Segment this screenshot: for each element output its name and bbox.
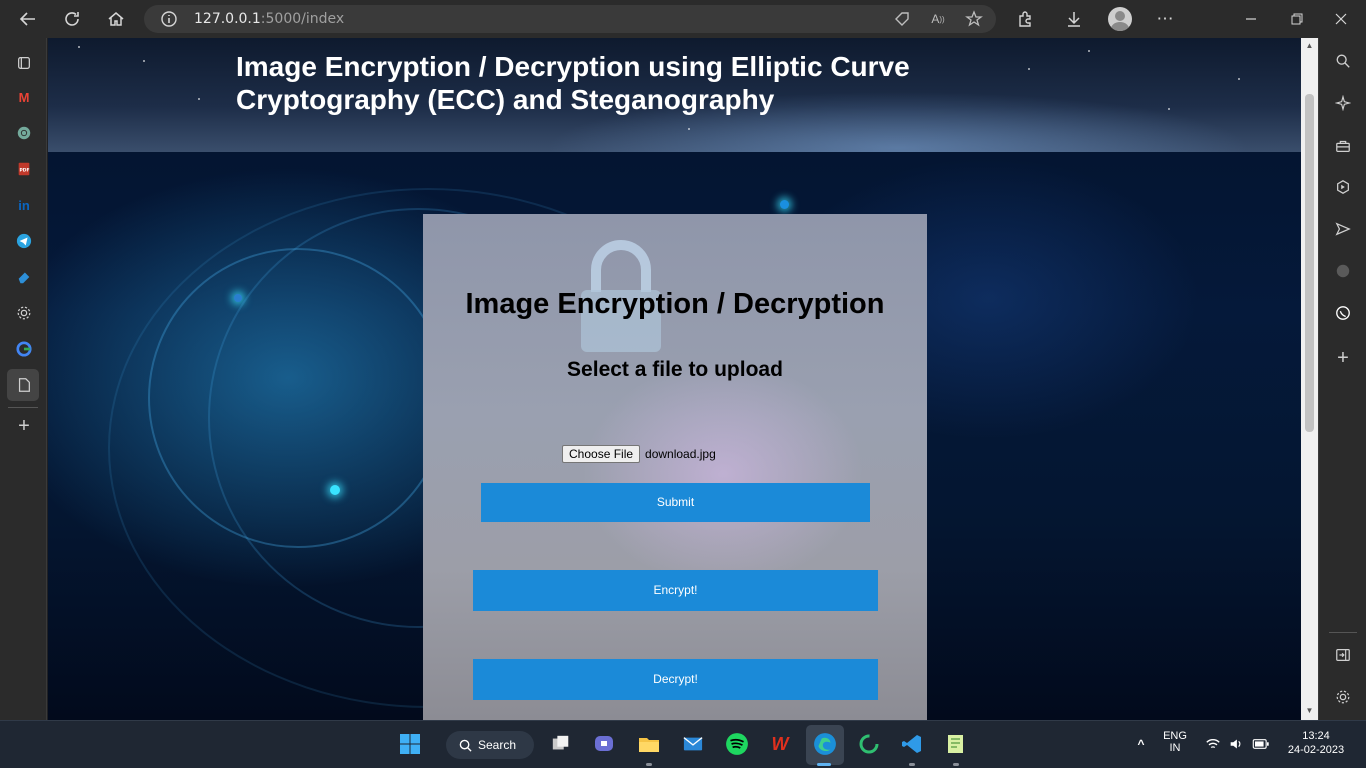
- hide-sidebar-icon[interactable]: [1332, 644, 1354, 666]
- gmail-icon[interactable]: M: [12, 85, 36, 109]
- sparkle-icon[interactable]: [1332, 92, 1354, 114]
- scroll-thumb[interactable]: [1305, 94, 1314, 432]
- selected-file-name: download.jpg: [645, 447, 716, 461]
- active-indicator: [817, 763, 831, 766]
- pdf-icon[interactable]: PDF: [12, 157, 36, 181]
- document-icon[interactable]: [12, 373, 36, 397]
- send-icon[interactable]: [1332, 218, 1354, 240]
- spotify-icon[interactable]: [724, 731, 750, 757]
- running-indicator: [909, 763, 915, 766]
- search-icon: [459, 739, 472, 752]
- glow-dot: [330, 485, 340, 495]
- extensions-icon[interactable]: [1012, 6, 1038, 32]
- google-icon[interactable]: [12, 337, 36, 361]
- back-arrow-icon[interactable]: [15, 6, 41, 32]
- glow-dot: [780, 200, 789, 209]
- games-icon[interactable]: [1332, 176, 1354, 198]
- taskbar-search-label: Search: [478, 738, 517, 752]
- file-explorer-icon[interactable]: [636, 731, 662, 757]
- language-indicator[interactable]: ENG IN: [1160, 730, 1190, 754]
- scroll-up-arrow-icon[interactable]: ▲: [1305, 41, 1314, 51]
- linkedin-icon[interactable]: in: [12, 193, 36, 217]
- sidebar-divider: [8, 407, 38, 408]
- volume-icon[interactable]: [1223, 731, 1249, 757]
- encrypt-button[interactable]: Encrypt!: [473, 570, 878, 611]
- tab-actions-icon[interactable]: [12, 51, 36, 75]
- battery-icon[interactable]: [1248, 731, 1274, 757]
- scroll-down-arrow-icon[interactable]: ▼: [1305, 706, 1314, 716]
- spotify-sidebar-icon[interactable]: [1332, 260, 1354, 282]
- page-header-title: Image Encryption / Decryption using Elli…: [236, 51, 910, 115]
- add-icon[interactable]: +: [12, 414, 36, 438]
- eraser-app-icon[interactable]: [12, 265, 36, 289]
- language-code: ENG: [1163, 730, 1187, 742]
- browser-toolbar: 127.0.0.1:5000/index A)) ⋯: [0, 0, 1366, 38]
- svg-text:PDF: PDF: [20, 168, 30, 174]
- more-menu-icon[interactable]: ⋯: [1152, 6, 1178, 32]
- taskbar-search[interactable]: Search: [446, 731, 534, 759]
- refresh-icon[interactable]: [59, 6, 85, 32]
- submit-button[interactable]: Submit: [481, 483, 870, 522]
- mail-icon[interactable]: [680, 731, 706, 757]
- page-header: Image Encryption / Decryption using Elli…: [48, 38, 1301, 152]
- site-info-icon[interactable]: [160, 10, 178, 28]
- address-bar[interactable]: 127.0.0.1:5000/index A)): [144, 5, 996, 33]
- panel-subtitle: Select a file to upload: [567, 358, 783, 381]
- restore-icon[interactable]: [1284, 6, 1310, 32]
- sidebar-divider: [1329, 632, 1357, 633]
- upload-panel: Image Encryption / Decryption Select a f…: [423, 214, 927, 720]
- clock-date: 24-02-2023: [1287, 744, 1345, 756]
- profile-avatar[interactable]: [1108, 7, 1132, 31]
- chatgpt-icon[interactable]: [12, 121, 36, 145]
- settings-gear-icon[interactable]: [12, 301, 36, 325]
- task-view-icon[interactable]: [548, 731, 574, 757]
- add-icon[interactable]: +: [1332, 347, 1354, 369]
- clock-time: 13:24: [1302, 730, 1330, 742]
- decrypt-button[interactable]: Decrypt!: [473, 659, 878, 700]
- language-region: IN: [1169, 742, 1181, 754]
- file-input: Choose File download.jpg: [562, 445, 716, 463]
- wps-office-icon[interactable]: W: [767, 731, 793, 757]
- progress-ring-app-icon[interactable]: [856, 731, 882, 757]
- windows-start-icon[interactable]: [397, 731, 423, 757]
- toolbox-icon[interactable]: [1332, 135, 1354, 157]
- page-scrollbar[interactable]: ▲ ▼: [1301, 38, 1318, 720]
- clock[interactable]: 13:24 24-02-2023: [1278, 730, 1354, 756]
- close-icon[interactable]: [1328, 6, 1354, 32]
- notepad-plus-plus-icon[interactable]: [943, 731, 969, 757]
- left-sidebar: M PDF in +: [0, 38, 47, 720]
- panel-title: Image Encryption / Decryption: [465, 288, 885, 320]
- vscode-icon[interactable]: [899, 731, 925, 757]
- chevron-up-icon[interactable]: ^: [1128, 731, 1154, 757]
- whatsapp-icon[interactable]: [1332, 302, 1354, 324]
- read-aloud-icon[interactable]: A)): [929, 10, 947, 28]
- home-icon[interactable]: [103, 6, 129, 32]
- choose-file-button[interactable]: Choose File: [562, 445, 641, 463]
- edge-browser-icon[interactable]: [812, 731, 838, 757]
- url-text: 127.0.0.1:5000/index: [194, 11, 344, 27]
- tag-icon[interactable]: [893, 10, 911, 28]
- downloads-icon[interactable]: [1061, 6, 1087, 32]
- right-sidebar: +: [1318, 38, 1366, 720]
- sidebar-settings-gear-icon[interactable]: [1332, 686, 1354, 708]
- url-host: 127.0.0.1: [194, 11, 261, 27]
- running-indicator: [953, 763, 959, 766]
- running-indicator: [646, 763, 652, 766]
- favorite-star-icon[interactable]: [965, 10, 983, 28]
- teams-chat-icon[interactable]: [591, 731, 617, 757]
- telegram-icon[interactable]: [12, 229, 36, 253]
- windows-taskbar: Search W ^ ENG IN 13:24 24-02-2023: [0, 720, 1366, 768]
- page-viewport: Image Encryption / Decryption using Elli…: [48, 38, 1301, 720]
- minimize-icon[interactable]: [1238, 6, 1264, 32]
- search-icon[interactable]: [1332, 50, 1354, 72]
- glow-dot: [234, 294, 242, 302]
- url-path: :5000/index: [260, 11, 345, 27]
